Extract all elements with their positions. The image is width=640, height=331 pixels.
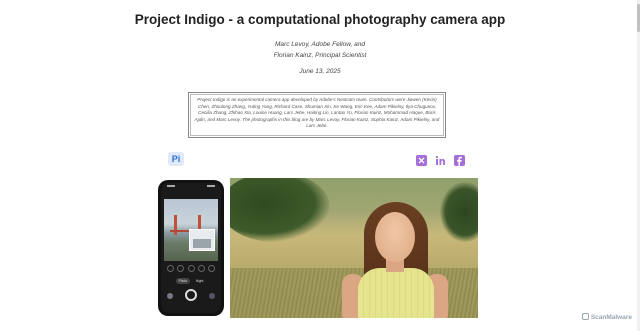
phone-screen: Photo Night — [161, 183, 221, 313]
control-dial-icon — [187, 265, 195, 272]
shield-icon — [581, 313, 589, 320]
publish-date: June 13, 2025 — [299, 68, 341, 75]
mode-photo: Photo — [175, 278, 190, 284]
gallery-thumbnail — [167, 293, 173, 299]
control-dial-icon — [177, 265, 185, 272]
watermark: ScanMalware — [581, 313, 632, 321]
control-dial-icon — [167, 265, 174, 272]
status-time — [167, 185, 175, 187]
sample-portrait-photo — [230, 178, 478, 318]
watermark-text: ScanMalware — [590, 314, 632, 321]
bridge-tower-left — [174, 215, 177, 235]
mode-night: Night — [195, 279, 204, 283]
camera-toolbar — [166, 192, 216, 205]
facebook-share-icon[interactable] — [454, 155, 465, 166]
page-title: Project Indigo - a computational photogr… — [134, 12, 506, 27]
authors-line-2: Florian Kainz, Principal Scientist — [273, 51, 367, 59]
abstract-box: Project Indigo is an experimental camera… — [188, 92, 446, 138]
flip-camera-icon — [209, 293, 215, 299]
author-byline: Marc Levoy, Adobe Fellow, and Florian Ka… — [0, 40, 640, 61]
authors-line-1: Marc Levoy, Adobe Fellow, and — [275, 41, 365, 48]
shutter-button-icon — [185, 289, 197, 301]
capture-mode-selector: Photo Night — [161, 278, 221, 284]
project-indigo-logo-icon[interactable]: Pi — [168, 152, 184, 166]
battery-icon — [207, 185, 215, 187]
control-dial-icon — [197, 265, 205, 272]
control-dial-icon — [208, 265, 215, 272]
x-share-icon[interactable] — [416, 155, 427, 166]
camera-viewfinder — [164, 199, 218, 261]
abstract-text: Project Indigo is an experimental camera… — [194, 97, 440, 129]
phone-status-bar — [167, 185, 215, 189]
zoom-preview-inset — [189, 229, 215, 251]
camera-controls-row — [167, 265, 215, 273]
phone-app-screenshot: Photo Night — [158, 180, 224, 316]
linkedin-share-icon[interactable] — [435, 155, 446, 166]
